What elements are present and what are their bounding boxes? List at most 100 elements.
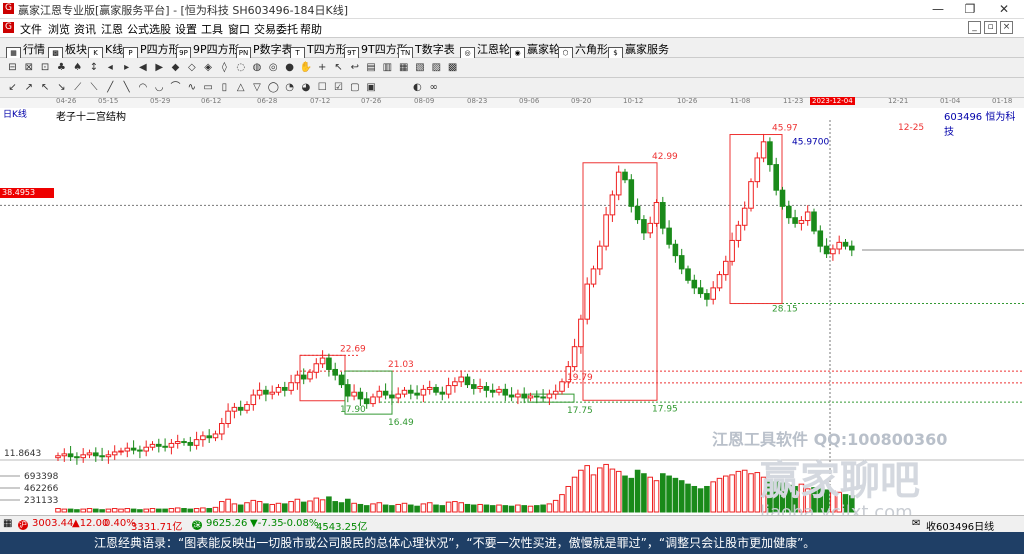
drawing-tool-icon[interactable]: ↗ [22,81,35,94]
candle-body [660,202,666,229]
drawing-tool-icon[interactable]: ◔ [283,81,296,94]
volume-bar [174,507,181,513]
mdi-close-button[interactable]: × [1000,21,1013,34]
drawing-tool-icon[interactable]: ⟋ [71,81,84,94]
toolbar-label: P四方形 [140,43,180,56]
volume-bar [149,508,156,513]
volume-bar [206,508,212,513]
volume-bar [124,508,131,513]
volume-bar [458,502,464,513]
drawing-tool-icon[interactable]: ◕ [299,81,312,94]
volume-bar [710,481,717,513]
chart-tool-icon[interactable]: ● [283,61,296,74]
chart-tool-icon[interactable]: ▥ [381,61,394,74]
menu-browse[interactable]: 浏览 [48,21,70,37]
candle-body [263,389,269,395]
menu-tools[interactable]: 工具 [201,21,223,37]
chart-tool-icon[interactable]: ◊ [218,61,231,74]
candle-body [527,395,534,399]
candle-body [219,423,225,435]
candle-body [678,255,685,270]
date-tick-label: 09-20 [571,97,592,105]
menu-file[interactable]: 文件 [20,21,42,37]
drawing-tool-icon[interactable]: ⟍ [88,81,101,94]
chart-tool-icon[interactable]: ◎ [267,61,280,74]
app-logo-icon: G [3,3,14,14]
chart-tool-icon[interactable]: ◌ [234,61,247,74]
menu-trade[interactable]: 交易委托 [254,21,298,37]
drawing-tool-icon[interactable]: ▽ [251,81,264,94]
chart-tool-icon[interactable]: ▶ [153,61,166,74]
drawing-toolbar: ↙ ↗ ↖ ↘ ⟋ ⟍ ╱ ╲ ◠ ◡ ⌒ ∿ ▭ ▯ △ ▽ ◯ ◔ ◕ ☐ ☑ ▢ ▣ ◐ ∞ [0,78,1024,98]
maximize-button[interactable]: ❐ [952,0,988,18]
chart-tool-icon[interactable]: ◍ [251,61,264,74]
drawing-tool-icon[interactable]: ▢ [348,81,361,94]
chart-tool-icon[interactable]: ▨ [430,61,443,74]
chart-tool-icon[interactable]: ↖ [332,61,345,74]
chart-tool-icon[interactable]: ⊟ [6,61,19,74]
chart-tool-icon[interactable]: ▸ [120,61,133,74]
menu-help[interactable]: 帮助 [300,21,322,37]
mdi-minimize-button[interactable]: _ [968,21,981,34]
drawing-tool-icon[interactable]: ◯ [267,81,280,94]
chart-tool-icon[interactable]: ◇ [185,61,198,74]
candle-body [156,443,162,447]
chart-tool-icon[interactable]: ⊠ [22,61,35,74]
chart-tool-icon[interactable]: ⊡ [39,61,52,74]
volume-bar [263,503,269,513]
drawing-tool-icon[interactable]: ◐ [411,81,424,94]
market-grid-icon[interactable]: ▦ [3,518,12,529]
volume-bar [345,498,351,513]
chart-tool-icon[interactable]: + [316,61,329,74]
drawing-tool-icon[interactable]: ▭ [202,81,215,94]
menu-settings[interactable]: 设置 [175,21,197,37]
chart-tool-icon[interactable]: ♠ [71,61,84,74]
drawing-tool-icon[interactable]: △ [234,81,247,94]
volume-bar [111,508,118,513]
notification-icon[interactable]: ✉ [912,518,920,529]
menu-news[interactable]: 资讯 [74,21,96,37]
chart-tool-icon[interactable]: ▤ [365,61,378,74]
drawing-tool-icon[interactable]: ☐ [316,81,329,94]
drawing-tool-icon[interactable]: ╲ [120,81,133,94]
candle-body [578,318,584,348]
candle-body [174,441,181,444]
drawing-tool-icon[interactable]: ∿ [185,81,198,94]
date-tick-label: 07-12 [310,97,331,105]
candle-body [237,406,244,411]
drawing-tool-icon[interactable]: ▯ [218,81,231,94]
drawing-tool-icon[interactable]: ◡ [153,81,166,94]
drawing-tool-icon[interactable]: ◠ [136,81,149,94]
period-label[interactable]: 日K线 [3,107,27,120]
chart-tool-icon[interactable]: ♣ [55,61,68,74]
menu-window[interactable]: 窗口 [228,21,250,37]
chart-tool-icon[interactable]: ◀ [136,61,149,74]
chart-tool-icon[interactable]: ▦ [397,61,410,74]
candle-body [471,384,477,389]
chart-tool-icon[interactable]: ◂ [104,61,117,74]
chart-tool-icon[interactable]: ✋ [299,61,312,74]
menu-formula[interactable]: 公式选股 [127,21,171,37]
drawing-tool-icon[interactable]: ▣ [365,81,378,94]
chart-tool-icon[interactable]: ▩ [446,61,459,74]
close-button[interactable]: ✕ [986,0,1022,18]
drawing-tool-icon[interactable]: ↙ [6,81,19,94]
drawing-tool-icon[interactable]: ↘ [55,81,68,94]
chart-tool-icon[interactable]: ◆ [169,61,182,74]
drawing-tool-icon[interactable]: ╱ [104,81,117,94]
mdi-restore-button[interactable]: ▫ [984,21,997,34]
chart-tool-icon[interactable]: ↩ [348,61,361,74]
minimize-button[interactable]: — [920,0,956,18]
volume-bar [433,504,439,513]
volume-bar [219,501,225,513]
chart-tool-icon[interactable]: ▧ [414,61,427,74]
menu-gann[interactable]: 江恩 [101,21,123,37]
candle-body [603,214,609,247]
chart-tool-icon[interactable]: ◈ [202,61,215,74]
drawing-tool-icon[interactable]: ∞ [427,81,440,94]
chart-tool-icon[interactable]: ↕ [88,61,101,74]
drawing-tool-icon[interactable]: ↖ [39,81,52,94]
date-tick-label: 01-04 [940,97,961,105]
drawing-tool-icon[interactable]: ☑ [332,81,345,94]
drawing-tool-icon[interactable]: ⌒ [169,81,182,94]
